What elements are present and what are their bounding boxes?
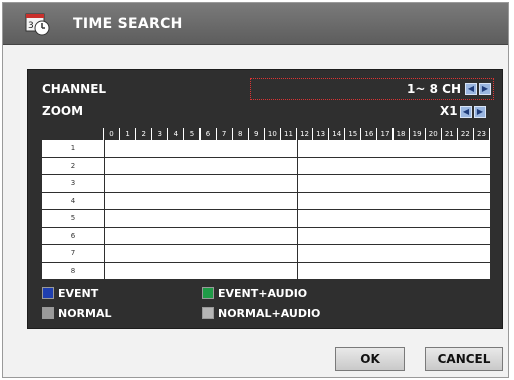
channel-selector[interactable]: 1~ 8 CH ◀ ▶ <box>250 78 494 100</box>
window-title: TIME SEARCH <box>73 16 183 32</box>
title-bar: 3 TIME SEARCH <box>3 3 508 45</box>
row-divider <box>42 156 490 158</box>
hour-header: 13 <box>313 128 330 140</box>
hour-header: 8 <box>232 128 249 140</box>
hour-header: 6 <box>200 128 217 140</box>
hour-header: 10 <box>264 128 281 140</box>
zoom-prev-button[interactable]: ◀ <box>460 106 472 118</box>
row-divider <box>42 244 490 245</box>
channel-next-button[interactable]: ▶ <box>479 83 491 95</box>
row-divider <box>42 174 490 175</box>
legend-event-swatch <box>42 287 54 299</box>
legend-normal-audio-swatch <box>202 307 214 319</box>
row-divider <box>42 279 490 280</box>
channel-row-label: 7 <box>70 249 76 257</box>
hour-header: 15 <box>345 128 362 140</box>
channel-row-label: 8 <box>70 266 76 275</box>
channel-row-label: 5 <box>70 214 76 222</box>
channel-row-label: 1 <box>70 144 76 152</box>
row-divider <box>42 261 490 263</box>
timeline-grid[interactable]: 0 1 2 3 4 5 6 7 8 9 10 11 12 13 14 15 16 17 18 19 20 21 22 23 1 2… <box>42 128 490 280</box>
hour-header: 19 <box>409 128 426 140</box>
channel-row-label: 2 <box>70 161 76 170</box>
channel-row-label: 4 <box>70 196 76 205</box>
ok-button[interactable]: OK <box>335 347 405 371</box>
hour-header: 14 <box>329 128 346 140</box>
hour-header: 0 <box>104 128 121 140</box>
legend-normal: NORMAL <box>42 306 112 320</box>
zoom-label: ZOOM <box>42 104 84 118</box>
legend-normal-label: NORMAL <box>58 306 112 320</box>
hour-header: 7 <box>216 128 233 140</box>
legend-normal-audio-label: NORMAL+AUDIO <box>218 306 321 320</box>
hour-header: 17 <box>377 128 394 140</box>
channel-row-label: 3 <box>70 179 76 187</box>
legend-event-audio: EVENT+AUDIO <box>202 286 307 300</box>
channel-label: CHANNEL <box>42 82 107 96</box>
row-divider <box>42 209 490 210</box>
hour-header: 1 <box>120 128 137 140</box>
hour-header: 2 <box>136 128 153 140</box>
grid-divider <box>297 140 298 280</box>
hour-header: 11 <box>280 128 297 140</box>
hour-header: 9 <box>248 128 265 140</box>
hour-header: 12 <box>297 128 314 140</box>
zoom-next-button[interactable]: ▶ <box>474 106 486 118</box>
hour-header: 20 <box>425 128 442 140</box>
hour-header: 23 <box>473 128 490 140</box>
hour-header: 21 <box>441 128 458 140</box>
calendar-clock-icon: 3 <box>25 11 51 37</box>
cancel-button[interactable]: CANCEL <box>425 347 503 371</box>
time-search-panel: CHANNEL 1~ 8 CH ◀ ▶ ZOOM X1 ◀ ▶ 01234567… <box>27 69 503 329</box>
hour-header: 5 <box>184 128 201 140</box>
row-divider <box>42 226 490 228</box>
channel-row-label: 6 <box>70 231 76 240</box>
legend-normal-audio: NORMAL+AUDIO <box>202 306 320 320</box>
hour-header: 3 <box>152 128 169 140</box>
legend-event-label: EVENT <box>58 286 99 300</box>
legend-event: EVENT <box>42 286 98 300</box>
hour-header: 4 <box>168 128 185 140</box>
channel-value: 1~ 8 CH <box>407 82 461 96</box>
legend-event-audio-swatch <box>202 287 214 299</box>
zoom-value: X1 <box>440 104 458 118</box>
hour-header: 22 <box>457 128 474 140</box>
channel-prev-button[interactable]: ◀ <box>465 83 477 95</box>
svg-text:3: 3 <box>28 21 34 31</box>
hour-header: 16 <box>361 128 378 140</box>
row-divider <box>42 191 490 193</box>
hour-header: 18 <box>393 128 410 140</box>
grid-corner <box>42 128 104 140</box>
legend-normal-swatch <box>42 307 54 319</box>
grid-divider <box>104 140 105 280</box>
legend-event-audio-label: EVENT+AUDIO <box>218 286 308 300</box>
time-search-window: 3 TIME SEARCH CHANNEL 1~ 8 CH ◀ ▶ ZOOM X… <box>2 2 509 378</box>
